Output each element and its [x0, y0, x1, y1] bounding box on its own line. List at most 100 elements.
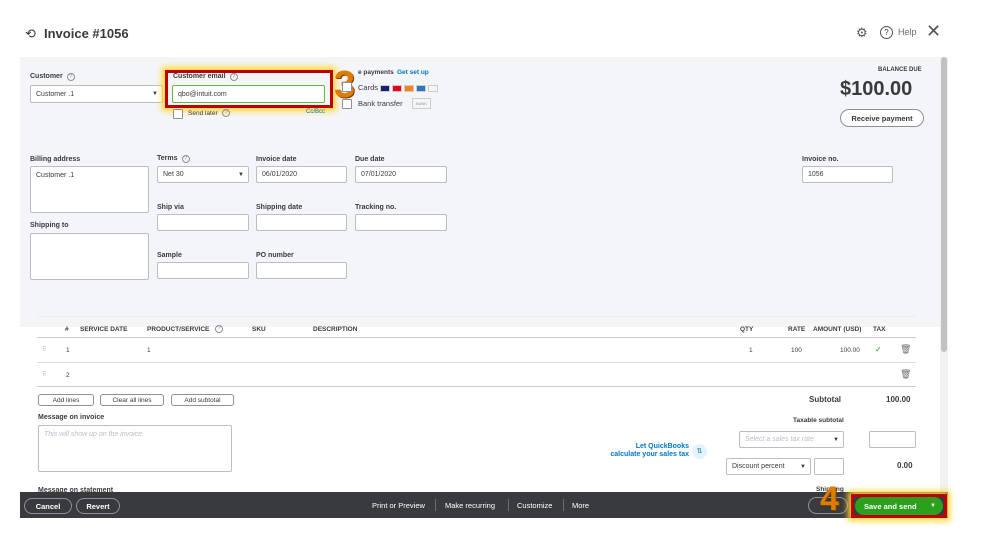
row-number: 1: [66, 347, 70, 354]
tax-amount-input[interactable]: [869, 431, 916, 448]
divider: [435, 499, 436, 511]
invoice-no-label: Invoice no.: [802, 156, 839, 163]
drag-handle-icon[interactable]: ⠿: [42, 371, 46, 378]
po-number-input[interactable]: [256, 262, 347, 279]
tracking-no-input[interactable]: [355, 214, 447, 231]
sales-tax-select[interactable]: Select a sales tax rate ▼: [739, 431, 844, 448]
revert-button[interactable]: Revert: [76, 498, 120, 514]
bank-transfer-checkbox[interactable]: [342, 99, 352, 109]
bank-transfer-label: Bank transfer: [358, 99, 403, 108]
customer-value: Customer .1: [36, 90, 75, 98]
terms-select[interactable]: Net 30 ▼: [157, 166, 249, 183]
page-title: Invoice #1056: [44, 26, 129, 41]
shipping-to-label: Shipping to: [30, 222, 69, 229]
ship-via-label: Ship via: [157, 204, 184, 211]
title-bar: ⟲ Invoice #1056 ⚙ ? Help ✕: [20, 17, 941, 57]
receive-payment-button[interactable]: Receive payment: [840, 109, 924, 127]
customer-label: Customer: [30, 73, 63, 80]
checkmark-icon[interactable]: ✓: [875, 345, 882, 354]
due-date-value: 07/01/2020: [361, 171, 397, 178]
shipping-address-input[interactable]: [30, 233, 149, 280]
divider: [563, 499, 564, 511]
mastercard-icon: [392, 84, 403, 92]
subtotal-label: Subtotal: [809, 395, 841, 404]
print-preview-link[interactable]: Print or Preview: [372, 492, 425, 518]
step-4-marker: 4: [820, 480, 839, 518]
message-label: Message on invoice: [38, 414, 105, 421]
billing-address-label: Billing address: [30, 156, 81, 163]
add-lines-button[interactable]: Add lines: [38, 394, 94, 406]
billing-value: Customer .1: [36, 172, 75, 179]
message-input[interactable]: This will show up on the invoice.: [38, 425, 232, 472]
invoice-date-input[interactable]: 06/01/2020: [256, 166, 347, 183]
discount-input[interactable]: [814, 458, 844, 475]
more-link[interactable]: More: [572, 492, 589, 518]
col-header: QTY: [740, 326, 754, 333]
sort-arrows-icon[interactable]: ⇅: [692, 444, 707, 459]
col-header: SERVICE DATE: [80, 326, 128, 333]
row-number: 2: [66, 372, 70, 379]
discount-value: 0.00: [897, 461, 913, 470]
amount-cell[interactable]: 100.00: [840, 347, 860, 354]
cards-checkbox[interactable]: [342, 82, 352, 92]
help-link[interactable]: Help: [898, 27, 917, 37]
help-icon[interactable]: ?: [66, 73, 75, 81]
trash-icon[interactable]: 🗑: [900, 344, 911, 355]
help-icon[interactable]: ?: [215, 325, 223, 333]
discover-icon: [404, 84, 415, 92]
col-header: DESCRIPTION: [313, 326, 358, 333]
message-placeholder: This will show up on the invoice.: [44, 431, 144, 438]
help-icon[interactable]: ?: [222, 109, 230, 117]
billing-address-input[interactable]: Customer .1: [30, 166, 149, 213]
discount-type-select[interactable]: Discount percent ▼: [726, 458, 811, 475]
close-icon[interactable]: ✕: [926, 21, 941, 42]
make-recurring-link[interactable]: Make recurring: [445, 492, 495, 518]
discount-label: Discount percent: [732, 463, 785, 470]
customer-select[interactable]: Customer .1 ▼: [30, 85, 163, 103]
shipping-date-input[interactable]: [256, 214, 347, 231]
drag-handle-icon[interactable]: ⠿: [42, 346, 46, 353]
sample-input[interactable]: [157, 262, 249, 279]
add-subtotal-button[interactable]: Add subtotal: [171, 394, 234, 406]
col-header: SKU: [252, 326, 266, 333]
invoice-no-value: 1056: [808, 171, 824, 178]
ship-via-input[interactable]: [157, 214, 249, 231]
invoice-date-value: 06/01/2020: [262, 171, 298, 178]
get-set-up-link[interactable]: Get set up: [397, 69, 429, 76]
visa-icon: [380, 84, 391, 92]
highlight-box: [851, 494, 947, 518]
scrollbar[interactable]: [940, 57, 948, 519]
invoice-date-label: Invoice date: [256, 156, 297, 163]
amex-icon: [416, 84, 427, 92]
product-cell[interactable]: 1: [147, 347, 151, 354]
gear-icon[interactable]: ⚙: [856, 25, 868, 41]
apple-pay-icon: [428, 84, 439, 92]
cc-bcc-link[interactable]: Cc/Bcc: [306, 109, 325, 115]
chevron-down-icon: ▼: [238, 171, 244, 178]
col-header: PRODUCT/SERVICE: [147, 326, 210, 333]
help-icon[interactable]: ?: [181, 155, 190, 163]
cancel-button[interactable]: Cancel: [24, 498, 72, 514]
bank-icon: BANK: [412, 98, 431, 109]
col-header: RATE: [788, 326, 806, 333]
customize-link[interactable]: Customize: [517, 492, 552, 518]
help-icon[interactable]: ?: [880, 26, 893, 39]
col-header: TAX: [873, 326, 886, 333]
highlight-box: [165, 70, 333, 108]
tracking-no-label: Tracking no.: [355, 204, 397, 211]
clear-all-lines-button[interactable]: Clear all lines: [100, 394, 164, 406]
qb-sales-tax-link[interactable]: Let QuickBooks calculate your sales tax: [605, 443, 689, 459]
terms-label: Terms: [157, 155, 178, 162]
footer-bar: Cancel Revert Print or Preview Make recu…: [20, 492, 948, 518]
trash-icon[interactable]: 🗑: [900, 369, 911, 380]
qb-tax-line2: calculate your sales tax: [610, 451, 689, 458]
shipping-date-label: Shipping date: [256, 204, 303, 211]
rate-cell[interactable]: 100: [791, 347, 802, 354]
due-date-input[interactable]: 07/01/2020: [355, 166, 447, 183]
qty-cell[interactable]: 1: [749, 347, 753, 354]
history-icon[interactable]: ⟲: [25, 26, 36, 42]
invoice-no-input[interactable]: 1056: [802, 166, 893, 183]
qb-tax-line1: Let QuickBooks: [635, 443, 689, 450]
terms-value: Net 30: [163, 171, 184, 178]
send-later-checkbox[interactable]: [173, 109, 183, 119]
